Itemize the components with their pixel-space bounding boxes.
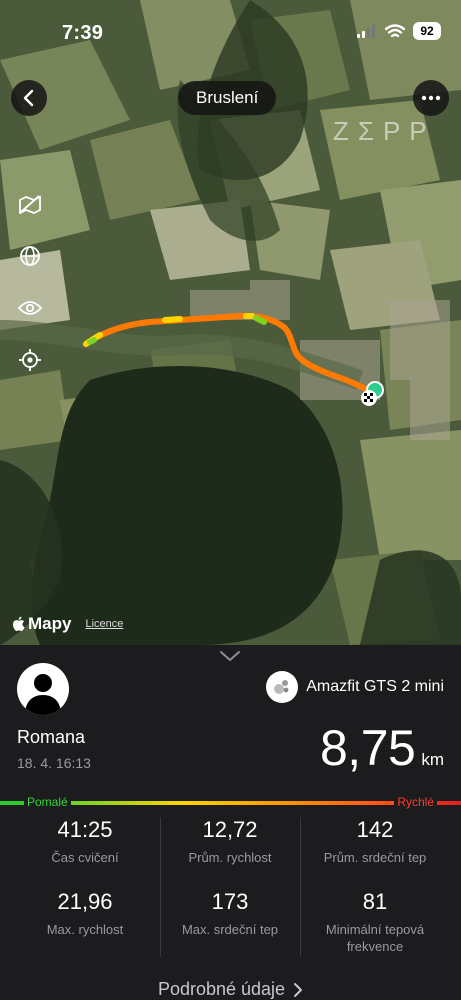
page-title: Bruslení xyxy=(178,81,277,115)
stat-max-speed: 21,96 Max. rychlost xyxy=(46,889,124,937)
stat-avg-speed: 12,72 Prům. rychlost xyxy=(188,817,272,865)
chevron-right-icon xyxy=(294,982,303,997)
globe-icon xyxy=(20,246,40,266)
recenter-button[interactable] xyxy=(12,342,48,378)
stat-min-heart-rate: 81 Minimální tepová frekvence xyxy=(325,889,425,954)
stat-max-heart-rate: 173 Max. srdeční tep xyxy=(181,889,279,937)
back-button[interactable] xyxy=(11,80,47,116)
workout-date: 18. 4. 16:13 xyxy=(17,755,91,771)
zepp-logo: ZΣPP xyxy=(333,116,436,146)
details-button[interactable]: Podrobné údaje xyxy=(0,979,461,1000)
map-toolbar xyxy=(12,186,48,378)
map-view[interactable]: 7:39 92 Bruslení ZΣPP Mapy Licence xyxy=(0,0,461,645)
distance-unit: km xyxy=(421,750,444,769)
battery-indicator: 92 xyxy=(413,22,441,40)
avatar[interactable] xyxy=(17,663,69,715)
workout-summary-panel: Amazfit GTS 2 mini Romana 18. 4. 16:13 8… xyxy=(0,645,461,1000)
ellipsis-icon xyxy=(421,95,441,101)
device-name: Amazfit GTS 2 mini xyxy=(306,678,444,695)
maps-attribution: Mapy Licence xyxy=(12,614,123,634)
locate-icon xyxy=(19,349,41,371)
device-icon xyxy=(266,671,299,703)
map-layer-toggle-button[interactable] xyxy=(12,186,48,222)
status-time: 7:39 xyxy=(62,22,104,44)
chevron-down-icon[interactable] xyxy=(218,649,242,663)
distance-display: 8,75 km xyxy=(320,719,444,777)
user-icon xyxy=(25,674,61,715)
status-bar: 7:39 92 xyxy=(0,0,461,60)
device-info: Amazfit GTS 2 mini xyxy=(266,671,444,703)
stats-grid: 41:25 Čas cvičení 12,72 Prům. rychlost 1… xyxy=(0,817,461,957)
stat-exercise-time: 41:25 Čas cvičení xyxy=(51,817,119,865)
stat-avg-heart-rate: 142 Prům. srdeční tep xyxy=(323,817,427,865)
user-name: Romana xyxy=(17,727,86,747)
eye-icon xyxy=(18,301,42,315)
distance-value: 8,75 xyxy=(320,720,416,776)
map-layers-off-icon xyxy=(19,195,41,214)
speed-legend: Pomalé Rychlé xyxy=(0,795,461,815)
licence-link[interactable]: Licence xyxy=(85,618,123,630)
cellular-signal-icon xyxy=(357,25,375,38)
legend-slow-label: Pomalé xyxy=(24,795,71,809)
map-type-button[interactable] xyxy=(12,238,48,274)
chevron-left-icon xyxy=(23,89,34,107)
more-options-button[interactable] xyxy=(413,80,449,116)
wifi-icon xyxy=(385,23,405,37)
details-label: Podrobné údaje xyxy=(157,979,286,999)
legend-fast-label: Rychlé xyxy=(394,795,437,809)
apple-logo-icon xyxy=(12,616,25,631)
visibility-button[interactable] xyxy=(12,290,48,326)
maps-label: Mapy xyxy=(28,614,72,633)
